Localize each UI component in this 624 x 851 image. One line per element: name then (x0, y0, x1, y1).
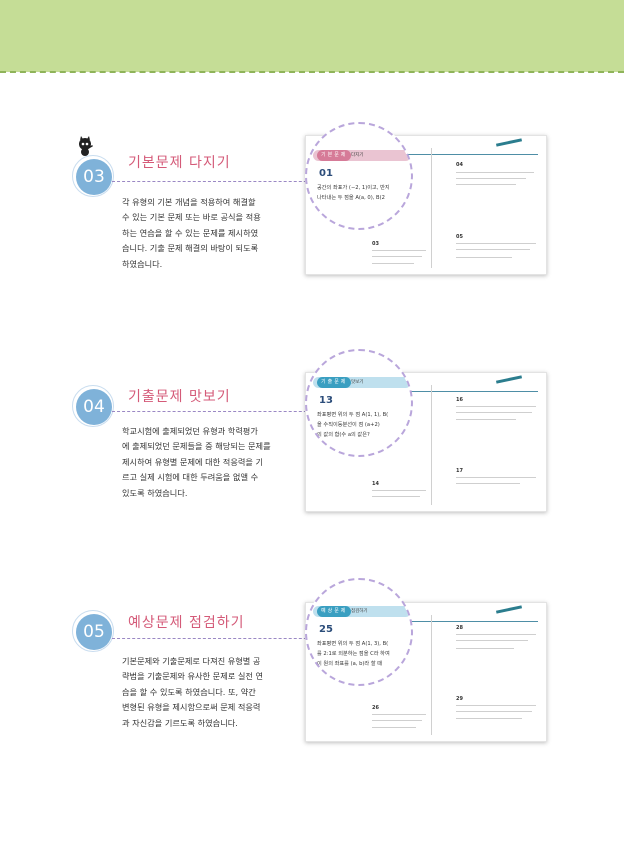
text-line (456, 705, 536, 706)
question-number: 16 (456, 397, 463, 403)
magnifier-lens: 기본문제 다지기 01 공간의 좌표가 (−2, 1)이고, 반지 나타내는 두… (305, 122, 413, 230)
question-number: 14 (372, 481, 379, 487)
question-text: 나타내는 두 점을 A(a, 0), B(2 (317, 195, 385, 201)
text-line (372, 490, 426, 491)
category-subtitle: 다지기 (351, 153, 364, 158)
column-divider (431, 148, 432, 268)
question-number: 05 (456, 234, 463, 240)
column-divider (431, 615, 432, 735)
text-line (456, 257, 512, 258)
top-dashed-divider (0, 71, 624, 73)
text-line (456, 172, 534, 173)
text-line (456, 406, 536, 407)
section-description: 기본문제와 기출문제로 다져진 유형별 공 략법을 기출문제와 유사한 문제로 … (122, 654, 272, 731)
category-subtitle: 점검하기 (351, 609, 368, 614)
description-line: 변형된 유형을 제시함으로써 문제 적응력 (122, 702, 261, 713)
top-green-band (0, 0, 624, 72)
description-line: 학교시험에 출제되었던 유형과 학력평가 (122, 426, 258, 436)
question-text: 좌표평면 위의 두 점 A(1, 1), B( (317, 412, 389, 418)
section-description: 각 유형의 기본 개념을 적용하여 해결할 수 있는 기본 문제 또는 바로 공… (122, 195, 272, 272)
dashed-connector (112, 638, 322, 639)
description-line: 있도록 하였습니다. (122, 487, 188, 498)
dashed-connector (112, 181, 322, 182)
description-line: 과 자신감을 기르도록 하였습니다. (122, 717, 238, 728)
question-text: 좌표평면 위의 두 점 A(1, 3), B( (317, 641, 389, 647)
text-line (456, 178, 526, 179)
column-divider (431, 385, 432, 505)
description-line: 하는 연습을 할 수 있는 문제를 제시하였 (122, 227, 259, 238)
question-number: 17 (456, 468, 463, 474)
pen-icon (495, 138, 523, 147)
text-line (372, 727, 416, 728)
question-number: 01 (319, 168, 333, 179)
question-number: 29 (456, 696, 463, 702)
question-number: 26 (372, 705, 379, 711)
question-text: 을 수직이등분선이 점 (a+2) (317, 422, 380, 428)
category-tag: 기본문제 (317, 150, 352, 161)
magnifier-lens: 예상문제 점검하기 25 좌표평면 위의 두 점 A(1, 3), B( 를 2… (305, 578, 413, 686)
text-line (372, 263, 414, 264)
text-line (456, 412, 532, 413)
pen-icon (495, 375, 523, 384)
text-line (372, 250, 426, 251)
text-line (456, 634, 536, 635)
section-description: 학교시험에 출제되었던 유형과 학력평가 에 출제되었던 문제들을 중 해당되는… (122, 424, 272, 501)
text-line (372, 714, 426, 715)
text-line (456, 648, 514, 649)
description-line: 기본문제와 기출문제로 다져진 유형별 공 (122, 656, 261, 666)
description-line: 각 유형의 기본 개념을 적용하여 해결할 (122, 197, 256, 207)
category-subtitle: 맛보기 (351, 380, 364, 385)
text-line (372, 720, 422, 721)
question-number: 04 (456, 162, 463, 168)
description-line: 르고 실제 시험에 대한 두려움을 없앨 수 (122, 472, 259, 483)
description-line: 략법을 기출문제와 유사한 문제로 실전 연 (122, 671, 264, 682)
description-line: 에 출제되었던 문제들을 중 해당되는 문제를 (122, 441, 271, 452)
section-number-badge: 05 (72, 610, 114, 652)
text-line (372, 496, 420, 497)
section-title: 기출문제 맛보기 (128, 389, 231, 405)
text-line (456, 243, 536, 244)
text-line (456, 419, 516, 420)
description-line: 습니다. 기출 문제 해결의 바탕이 되도록 (122, 243, 259, 254)
magnifier-lens: 기출문제 맛보기 13 좌표평면 위의 두 점 A(1, 1), B( 을 수직… (305, 349, 413, 457)
section-number-badge: 03 (72, 155, 114, 197)
question-number: 13 (319, 395, 333, 406)
category-tag: 예상문제 (317, 606, 352, 617)
description-line: 제시하여 유형별 문제에 대한 적응력을 기 (122, 456, 264, 467)
section-number-badge: 04 (72, 385, 114, 427)
text-line (456, 184, 516, 185)
section-title: 기본문제 다지기 (128, 155, 231, 171)
text-line (456, 640, 528, 641)
question-number: 03 (372, 241, 379, 247)
text-line (456, 718, 522, 719)
question-text: 의 값의 합(수 a의 값은? (317, 432, 370, 438)
pen-icon (495, 605, 523, 614)
question-text: 이 원의 좌표를 (a, b)라 할 때 (317, 661, 383, 667)
question-number: 28 (456, 625, 463, 631)
description-line: 수 있는 기본 문제 또는 바로 공식을 적용 (122, 212, 261, 223)
text-line (456, 477, 536, 478)
text-line (372, 256, 422, 257)
description-line: 하였습니다. (122, 258, 163, 269)
question-number: 25 (319, 624, 333, 635)
section-title: 예상문제 점검하기 (128, 615, 245, 631)
question-text: 를 2:1로 외분하는 점을 C라 하여 (317, 651, 390, 657)
text-line (456, 249, 530, 250)
category-tag: 기출문제 (317, 377, 352, 388)
text-line (456, 711, 532, 712)
text-line (456, 483, 520, 484)
description-line: 습을 할 수 있도록 하였습니다. 또, 약간 (122, 686, 256, 697)
dashed-connector (112, 411, 322, 412)
question-text: 공간의 좌표가 (−2, 1)이고, 반지 (317, 185, 390, 191)
